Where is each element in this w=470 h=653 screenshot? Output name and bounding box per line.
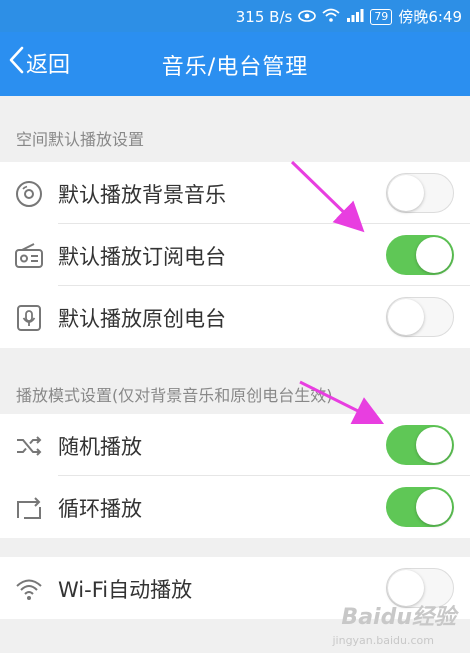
row-label: 随机播放 — [58, 435, 142, 459]
wifi-icon — [14, 574, 44, 604]
row-label: 默认播放订阅电台 — [58, 245, 226, 269]
row-shuffle[interactable]: 随机播放 — [0, 414, 470, 476]
watermark-logo: Baidu经验 — [341, 605, 456, 630]
row-label: 循环播放 — [58, 497, 142, 521]
watermark-url: jingyan.baidu.com — [332, 634, 434, 647]
wifi-status-icon — [322, 8, 340, 26]
radio-icon — [14, 241, 44, 271]
section-title-play-mode: 播放模式设置(仅对背景音乐和原创电台生效) — [16, 386, 333, 405]
row-label: 默认播放原创电台 — [58, 307, 226, 331]
row-default-original-radio[interactable]: 默认播放原创电台 — [0, 286, 470, 348]
status-time: 傍晚6:49 — [398, 8, 462, 26]
status-bar: 315 B/s 79 傍晚6:49 — [0, 0, 470, 32]
toggle-switch[interactable] — [386, 173, 454, 213]
repeat-icon — [14, 493, 44, 523]
battery-icon: 79 — [370, 8, 393, 25]
app-header: 返回 音乐/电台管理 — [0, 32, 470, 96]
network-speed: 315 B/s — [235, 7, 293, 26]
status-bar-right: 315 B/s 79 傍晚6:49 — [236, 6, 462, 27]
toggle-knob — [416, 237, 452, 273]
row-label: 默认播放背景音乐 — [58, 183, 226, 207]
toggle-switch[interactable] — [386, 235, 454, 275]
row-default-subscribed-radio[interactable]: 默认播放订阅电台 — [0, 224, 470, 286]
toggle-switch[interactable] — [386, 297, 454, 337]
eye-icon — [298, 8, 317, 26]
toggle-switch[interactable] — [386, 425, 454, 465]
microphone-icon — [14, 303, 44, 333]
shuffle-icon — [14, 431, 44, 461]
row-default-bg-music[interactable]: 默认播放背景音乐 — [0, 162, 470, 224]
page-title: 音乐/电台管理 — [161, 55, 309, 80]
row-repeat[interactable]: 循环播放 — [0, 476, 470, 538]
toggle-knob — [388, 299, 424, 335]
toggle-knob — [388, 175, 424, 211]
signal-icon — [346, 8, 364, 26]
row-label: Wi-Fi自动播放 — [58, 578, 193, 602]
toggle-knob — [416, 427, 452, 463]
music-disc-icon — [14, 179, 44, 209]
toggle-knob — [416, 489, 452, 525]
section-title-default-play: 空间默认播放设置 — [16, 130, 145, 149]
play-mode-group: 随机播放 循环播放 — [0, 414, 470, 538]
default-play-group: 默认播放背景音乐 默认播放订阅电台 默认播放原创电台 — [0, 162, 470, 348]
toggle-switch[interactable] — [386, 487, 454, 527]
